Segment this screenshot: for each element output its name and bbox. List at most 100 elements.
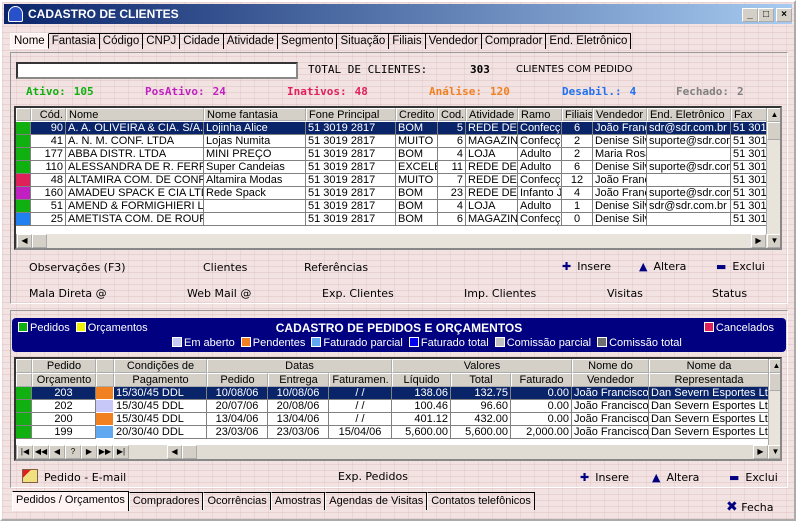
table-row[interactable]: 51 AMEND & FORMIGHIERI LT 51 3019 2817 BOM 4… — [16, 200, 767, 213]
tab-end-eletr-nico[interactable]: End. Eletrônico — [546, 33, 632, 49]
references-button[interactable]: Referências — [304, 261, 368, 274]
scroll-left-icon[interactable]: ◀ — [17, 234, 32, 248]
column-header[interactable]: Atividade — [466, 108, 518, 121]
scroll-up-icon[interactable]: ▲ — [767, 108, 780, 122]
column-header[interactable]: Faturado — [511, 373, 572, 387]
table-row[interactable]: 90 A. A. OLIVEIRA & CIA. S/A. Lojinha Alic… — [16, 122, 767, 135]
table-row[interactable]: 203 15/30/45 DDL 10/08/06 10/08/06/ /138.06… — [16, 387, 769, 400]
first-record-icon[interactable]: |◀ — [17, 445, 33, 459]
tab-atividade[interactable]: Atividade — [223, 33, 279, 49]
next-page-icon[interactable]: ▶▶ — [97, 445, 113, 459]
status-button[interactable]: Status — [712, 287, 747, 300]
scroll-thumb[interactable] — [767, 122, 780, 140]
observations-button[interactable]: Observações (F3) — [29, 261, 126, 274]
column-header[interactable]: Cód. — [31, 108, 66, 121]
column-header[interactable]: Fone Principal — [306, 108, 396, 121]
column-header[interactable]: Nome fantasia — [204, 108, 306, 121]
edit-button[interactable]: ▲ Altera — [652, 471, 699, 484]
tab-agendas-de-visitas[interactable]: Agendas de Visitas — [325, 492, 428, 510]
last-record-icon[interactable]: ▶| — [113, 445, 129, 459]
vertical-scrollbar[interactable]: ▲ — [768, 359, 780, 445]
clients-grid[interactable]: Cód. Nome Nome fantasia Fone Principal Credi… — [14, 106, 782, 250]
scroll-thumb[interactable] — [182, 445, 197, 459]
column-header[interactable]: Credito — [396, 108, 438, 121]
column-header[interactable]: Pedido — [207, 373, 268, 387]
table-row[interactable]: 200 15/30/45 DDL 13/04/06 13/04/06/ /401.12… — [16, 413, 769, 426]
scroll-thumb[interactable] — [32, 234, 47, 248]
tab-c-digo[interactable]: Código — [99, 33, 144, 49]
tab-comprador[interactable]: Comprador — [481, 33, 547, 49]
export-orders-button[interactable]: Exp. Pedidos — [338, 470, 408, 483]
minimize-button[interactable]: _ — [742, 8, 758, 22]
tab-cidade[interactable]: Cidade — [180, 33, 224, 49]
tab-compradores[interactable]: Compradores — [128, 492, 204, 510]
column-header[interactable]: End. Eletrônico — [647, 108, 731, 121]
help-icon[interactable]: ? — [65, 445, 81, 459]
orders-grid[interactable]: Pedido Condições de Datas Valores Nome do Nom… — [14, 357, 782, 461]
tab-filiais[interactable]: Filiais — [389, 33, 426, 49]
column-header[interactable]: Ramo — [518, 108, 562, 121]
tab-pedidos-or-amentos[interactable]: Pedidos / Orçamentos — [12, 491, 129, 511]
web-mail-button[interactable]: Web Mail @ — [187, 287, 251, 300]
table-row[interactable]: 160 AMADEU SPACK E CIA LTD Rede Spack 51 30… — [16, 187, 767, 200]
delete-button[interactable]: ▬ Exclui — [729, 471, 778, 484]
column-header[interactable]: Líquido — [392, 373, 451, 387]
column-header[interactable]: Cod. — [438, 108, 466, 121]
tab-segmento[interactable]: Segmento — [278, 33, 338, 49]
column-header[interactable]: Vendedor — [572, 373, 649, 387]
insert-button[interactable]: ✚ Insere — [562, 260, 611, 273]
next-record-icon[interactable]: ▶ — [81, 445, 97, 459]
column-header[interactable] — [16, 373, 32, 387]
table-row[interactable]: 199 20/30/40 DDL 23/03/06 23/03/06 15/04/06 5… — [16, 426, 769, 439]
column-header[interactable]: Filiais — [562, 108, 593, 121]
scroll-left-icon[interactable]: ◀ — [167, 445, 182, 459]
delete-button[interactable]: ▬ Exclui — [716, 260, 765, 273]
column-header[interactable]: Nome — [66, 108, 204, 121]
column-header[interactable]: Entrega — [268, 373, 329, 387]
visits-button[interactable]: Visitas — [607, 287, 643, 300]
tab-fantasia[interactable]: Fantasia — [48, 33, 100, 49]
tab-vendedor[interactable]: Vendedor — [425, 33, 482, 49]
insert-button[interactable]: ✚ Insere — [580, 471, 629, 484]
table-row[interactable]: 110 ALESSANDRA DE R. FERR Super Candeias 51… — [16, 161, 767, 174]
table-row[interactable]: 177 ABBA DISTR. LTDA MINI PREÇO 51 3019 281… — [16, 148, 767, 161]
column-header[interactable]: Vendedor — [593, 108, 647, 121]
table-row[interactable]: 41 A. N. M. CONF. LTDA Lojas Numita 51 3019… — [16, 135, 767, 148]
tab-ocorr-ncias[interactable]: Ocorrências — [203, 492, 271, 510]
tab-cnpj[interactable]: CNPJ — [143, 33, 181, 49]
scroll-down-icon[interactable]: ▼ — [768, 445, 780, 459]
clients-button[interactable]: Clientes — [203, 261, 247, 274]
column-header[interactable]: Representada — [649, 373, 769, 387]
column-header[interactable]: Orçamento — [32, 373, 96, 387]
column-header[interactable]: Faturamen. — [329, 373, 392, 387]
horizontal-scrollbar[interactable]: ◀ ▶ ▼ — [16, 234, 780, 248]
prior-record-icon[interactable]: ◀ — [49, 445, 65, 459]
tab-contatos-telef-nicos[interactable]: Contatos telefônicos — [427, 492, 535, 510]
maximize-button[interactable]: □ — [758, 8, 774, 22]
column-header[interactable]: Pagamento — [114, 373, 207, 387]
tab-situa-o[interactable]: Situação — [337, 33, 390, 49]
scroll-right-icon[interactable]: ▶ — [753, 445, 768, 459]
prior-page-icon[interactable]: ◀◀ — [33, 445, 49, 459]
tab-nome[interactable]: Nome — [10, 33, 49, 49]
table-row[interactable]: 202 15/30/45 DDL 20/07/06 20/08/06/ /100.46… — [16, 400, 769, 413]
column-header[interactable]: Fax — [731, 108, 767, 121]
search-input[interactable] — [16, 62, 298, 79]
import-clients-button[interactable]: Imp. Clientes — [464, 287, 536, 300]
tab-amostras[interactable]: Amostras — [270, 492, 326, 510]
column-header[interactable] — [16, 108, 31, 121]
scroll-up-icon[interactable]: ▲ — [769, 359, 780, 373]
column-header[interactable]: Total — [451, 373, 511, 387]
order-email-button[interactable]: Pedido - E-mail — [22, 469, 126, 484]
close-window-button[interactable]: × — [776, 8, 792, 22]
column-header[interactable] — [96, 373, 114, 387]
scroll-down-icon[interactable]: ▼ — [767, 234, 780, 248]
mail-merge-button[interactable]: Mala Direta @ — [29, 287, 107, 300]
edit-button[interactable]: ▲ Altera — [639, 260, 686, 273]
vertical-scrollbar[interactable]: ▲▼ — [766, 108, 780, 248]
table-row[interactable]: 25 AMETISTA COM. DE ROUP 51 3019 2817 BOM 6 M… — [16, 213, 767, 226]
export-clients-button[interactable]: Exp. Clientes — [322, 287, 394, 300]
table-row[interactable]: 48 ALTAMIRA COM. DE CONF Altamira Modas 51 … — [16, 174, 767, 187]
close-button[interactable]: ✖ Fecha — [726, 499, 774, 515]
scroll-thumb[interactable] — [769, 373, 780, 391]
